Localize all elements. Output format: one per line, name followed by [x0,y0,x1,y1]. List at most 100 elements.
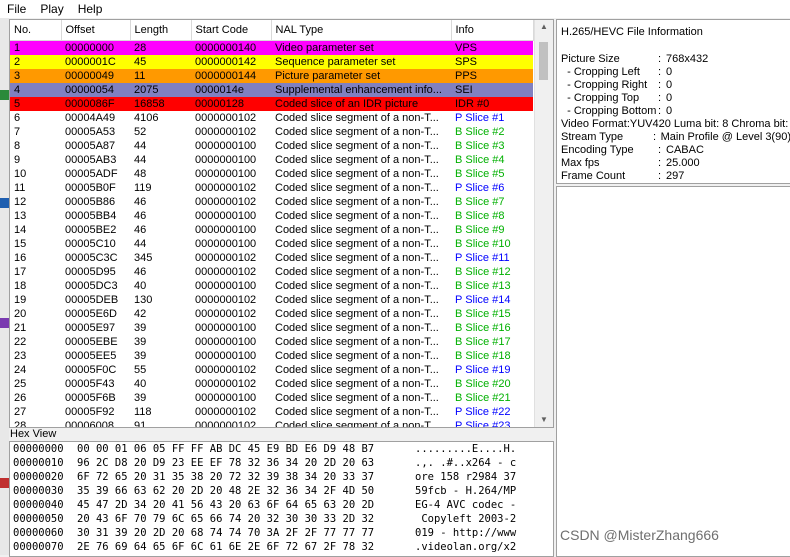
table-row[interactable]: 15 00005C10 44 0000000100 Coded slice segmen… [10,237,533,251]
cell-no: 10 [14,168,27,180]
cell-no: 5 [14,98,21,110]
hex-ascii: .........E....H. [415,443,517,455]
table-row[interactable]: 6 00004A49 4106 0000000102 Coded slice segme… [10,111,533,125]
cell-length: 40 [134,280,147,292]
nal-list-scrollbar[interactable]: ▲ ▼ [534,20,553,427]
table-row[interactable]: 24 00005F0C 55 0000000102 Coded slice segmen… [10,363,533,377]
table-row[interactable]: 14 00005BE2 46 0000000100 Coded slice segmen… [10,223,533,237]
cell-info: IDR #0 [455,98,490,110]
info-value: 768x432 [666,53,709,65]
cell-length: 55 [134,364,147,376]
strip-blue-icon [0,198,9,208]
table-row[interactable]: 5 0000086F 16858 00000128 Coded slice of an … [10,97,533,111]
table-row[interactable]: 23 00005EE5 39 0000000100 Coded slice segmen… [10,349,533,363]
hex-offset: 00000030 [13,485,64,497]
nal-table-header: No. Offset Length Start Code NAL Type In… [10,20,534,41]
cell-no: 4 [14,84,21,96]
col-header-info[interactable]: Info [451,20,534,41]
info-row: Encoding Type: CABAC [557,144,790,157]
table-row[interactable]: 20 00005E6D 42 0000000102 Coded slice segmen… [10,307,533,321]
cell-offset: 00005B86 [65,196,116,208]
menu-play[interactable]: Play [33,0,70,18]
cell-nal-type: Coded slice segment of a non-T... [275,168,439,180]
menu-bar: File Play Help [0,0,790,18]
cell-info: P Slice #1 [455,112,505,124]
info-colon: : [658,79,662,91]
col-header-length[interactable]: Length [130,20,192,41]
table-row[interactable]: 27 00005F92 118 0000000102 Coded slice segme… [10,405,533,419]
cell-offset: 00005DEB [65,294,119,306]
cell-nal-type: Coded slice segment of a non-T... [275,336,439,348]
table-row[interactable]: 12 00005B86 46 0000000102 Coded slice segmen… [10,195,533,209]
cell-nal-type: Coded slice segment of a non-T... [275,112,439,124]
table-row[interactable]: 26 00005F6B 39 0000000100 Coded slice segmen… [10,391,533,405]
table-row[interactable]: 8 00005A87 44 0000000100 Coded slice segment… [10,139,533,153]
table-row[interactable]: 7 00005A53 52 0000000102 Coded slice segment… [10,125,533,139]
scrollbar-thumb[interactable] [539,42,548,80]
file-info-panel: H.265/HEVC File Information Picture Size… [556,19,790,184]
cell-start-code: 0000000102 [195,112,257,124]
menu-help[interactable]: Help [71,0,110,18]
col-header-start-code[interactable]: Start Code [191,20,272,41]
table-row[interactable]: 13 00005BB4 46 0000000100 Coded slice segmen… [10,209,533,223]
cell-info: B Slice #15 [455,308,511,320]
table-row[interactable]: 3 00000049 11 0000000144 Picture parameter s… [10,69,533,83]
table-row[interactable]: 25 00005F43 40 0000000102 Coded slice segmen… [10,377,533,391]
info-row: Frame Count:297 [557,170,790,183]
cell-offset: 00005F0C [65,364,117,376]
cell-start-code: 0000000102 [195,294,257,306]
cell-nal-type: Coded slice segment of a non-T... [275,308,439,320]
table-row[interactable]: 16 00005C3C 345 0000000102 Coded slice segme… [10,251,533,265]
table-row[interactable]: 10 00005ADF 48 0000000100 Coded slice segmen… [10,167,533,181]
strip-green-icon [0,90,9,100]
cell-offset: 00005C10 [65,238,116,250]
table-row[interactable]: 19 00005DEB 130 0000000102 Coded slice segme… [10,293,533,307]
info-colon: : [658,157,662,169]
cell-nal-type: Coded slice segment of a non-T... [275,140,439,152]
hex-view-panel[interactable]: 00000000 00 00 01 06 05 FF FF AB DC 45 E9… [9,441,554,557]
table-row[interactable]: 9 00005AB3 44 0000000100 Coded slice segment… [10,153,533,167]
col-header-nal-type[interactable]: NAL Type [271,20,452,41]
cell-offset: 00005E6D [65,308,117,320]
cell-no: 13 [14,210,27,222]
cell-length: 44 [134,140,147,152]
info-value: 0 [666,92,673,104]
cell-offset: 00000000 [65,42,114,54]
scroll-down-arrow-icon[interactable]: ▼ [535,413,553,427]
cell-length: 39 [134,392,147,404]
cell-no: 11 [14,182,26,194]
hex-line: 00000060 30 31 39 20 2D 20 68 74 74 70 3A… [10,526,553,540]
menu-file[interactable]: File [0,0,33,18]
table-row[interactable]: 1 00000000 28 0000000140 Video parameter set… [10,40,533,55]
col-header-no[interactable]: No. [10,20,62,41]
cell-start-code: 0000000100 [195,280,257,292]
cell-offset: 00005BB4 [65,210,117,222]
info-row: Stream Type: Main Profile @ Level 3(90) [557,131,790,144]
cell-info: B Slice #13 [455,280,511,292]
cell-nal-type: Coded slice segment of a non-T... [275,392,439,404]
cell-no: 26 [14,392,27,404]
table-row[interactable]: 17 00005D95 46 0000000102 Coded slice segmen… [10,265,533,279]
cell-length: 4106 [134,112,159,124]
scroll-up-arrow-icon[interactable]: ▲ [535,20,553,34]
cell-no: 3 [14,70,21,82]
cell-no: 17 [14,266,27,278]
table-row[interactable]: 4 00000054 2075 0000014e Supplemental enhanc… [10,83,533,97]
cell-length: 44 [134,154,147,166]
col-header-offset[interactable]: Offset [61,20,131,41]
table-row[interactable]: 22 00005EBE 39 0000000100 Coded slice segmen… [10,335,533,349]
cell-start-code: 0000000100 [195,210,257,222]
cell-nal-type: Coded slice of an IDR picture [275,98,419,110]
cell-start-code: 0000000142 [195,56,257,68]
table-row[interactable]: 11 00005B0F 119 0000000102 Coded slice segme… [10,181,533,195]
cell-start-code: 0000000102 [195,252,257,264]
hex-offset: 00000000 [13,443,64,455]
cell-start-code: 0000000102 [195,182,257,194]
table-row[interactable]: 2 0000001C 45 0000000142 Sequence parameter … [10,55,533,69]
strip-purple-icon [0,318,9,328]
info-label: Video Format [561,118,627,130]
info-label: - Cropping Top [561,92,640,104]
table-row[interactable]: 21 00005E97 39 0000000100 Coded slice segmen… [10,321,533,335]
table-row[interactable]: 18 00005DC3 40 0000000100 Coded slice segmen… [10,279,533,293]
cell-info: B Slice #4 [455,154,505,166]
